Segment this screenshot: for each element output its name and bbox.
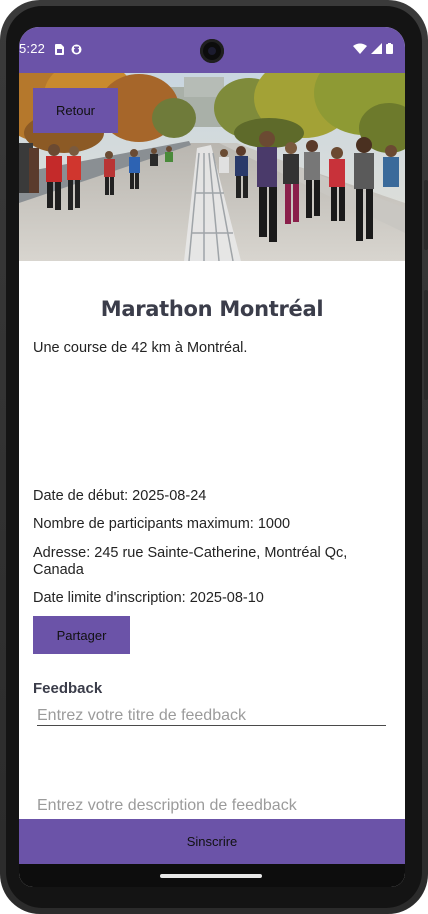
sim-card-icon [55,42,64,60]
feedback-heading: Feedback [33,680,103,697]
signup-button[interactable]: Sinscrire [19,819,405,864]
front-camera [200,39,224,63]
battery-icon [386,41,393,59]
share-button[interactable]: Partager [33,616,130,654]
app-screen: 5:22 Retour Marathon Montréal Une course… [19,27,405,887]
status-left-icons [55,42,82,60]
home-indicator[interactable] [160,874,262,878]
event-start-date: Date de début: 2025-08-24 [33,488,207,504]
app-notification-icon [71,42,82,60]
feedback-title-input[interactable] [37,707,386,726]
back-button[interactable]: Retour [33,88,118,133]
status-right-icons [353,41,393,59]
status-time: 5:22 [19,41,46,56]
system-navigation-bar [19,864,405,887]
phone-frame: 5:22 Retour Marathon Montréal Une course… [0,0,428,914]
power-button [424,180,428,250]
cell-signal-icon [371,41,382,59]
event-description: Une course de 42 km à Montréal. [33,340,248,356]
wifi-icon [353,41,367,59]
event-title: Marathon Montréal [100,297,324,321]
event-address: Adresse: 245 rue Sainte-Catherine, Montr… [33,545,348,578]
event-max-participants: Nombre de participants maximum: 1000 [33,516,291,532]
event-hero-image: Retour [19,73,405,261]
volume-button [424,290,428,400]
event-registration-deadline: Date limite d'inscription: 2025-08-10 [33,590,264,606]
status-bar: 5:22 [19,27,405,73]
